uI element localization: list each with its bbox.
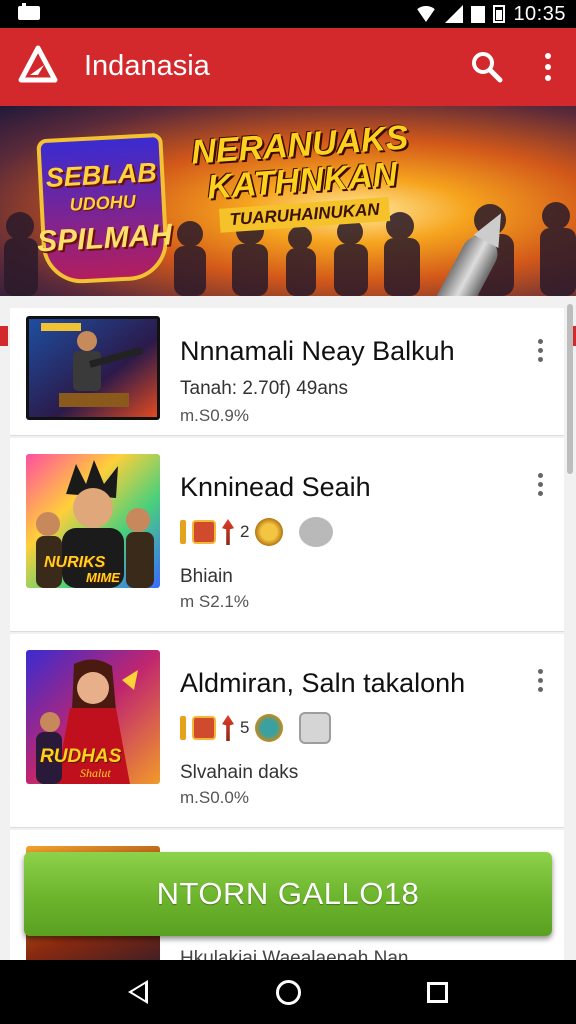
left-edge-marker: [0, 326, 8, 346]
recents-icon[interactable]: [427, 982, 448, 1003]
soldier-image: [29, 319, 157, 417]
home-icon[interactable]: [276, 980, 301, 1005]
notification-icon: [18, 3, 40, 20]
torch-icon: [222, 519, 234, 545]
item-title: Knninead Seaih: [180, 472, 371, 502]
primary-cta-button[interactable]: NTORN GALLO18: [24, 852, 552, 936]
status-icons: 10:35: [415, 3, 566, 25]
item-badges: 2: [180, 514, 334, 550]
game-thumbnail: RUDHAS Shalut: [26, 650, 160, 784]
item-meta: Tanah: 2.70f) 49ans: [180, 378, 348, 399]
app-title: Indanasia: [84, 50, 210, 82]
sim-icon: [471, 5, 486, 23]
list-item[interactable]: NURIKS MIME Knninead Seaih 2 Bhiain m S2…: [10, 438, 564, 632]
shield-icon: [255, 714, 284, 742]
item-meta: Slvahain daks: [180, 762, 299, 783]
banner-badge-line2: UDOHU: [69, 191, 137, 215]
more-vert-icon[interactable]: [536, 50, 560, 84]
item-meta-secondary: m.S0.9%: [180, 406, 249, 425]
item-meta-secondary: m S2.1%: [180, 592, 249, 611]
item-badges: 5: [180, 710, 332, 746]
thumbnail-title-line2: MIME: [86, 570, 120, 585]
back-icon[interactable]: [128, 980, 148, 1004]
badge-count: 5: [240, 718, 250, 737]
app-bar: Indanasia: [0, 28, 576, 106]
app-logo-icon: [18, 45, 58, 83]
shield-icon: [255, 518, 284, 546]
banner-badge-line1: SEBLAB: [44, 157, 158, 193]
banner-badge-line3: SPILMAH: [36, 218, 173, 259]
status-time: 10:35: [513, 2, 566, 25]
status-bar: 10:35: [0, 0, 576, 28]
item-title: Nnnamali Neay Balkuh: [180, 336, 455, 366]
thumbnail-title-line2: Shalut: [80, 766, 111, 780]
banner-badge: SEBLAB UDOHU SPILMAH: [36, 132, 173, 286]
scrollbar[interactable]: [567, 304, 573, 474]
torch-icon: [222, 715, 234, 741]
chat-icon: [299, 517, 334, 547]
item-title: Aldmiran, Saln takalonh: [180, 668, 466, 698]
list-item[interactable]: Nnnamali Neay Balkuh Tanah: 2.70f) 49ans…: [10, 308, 564, 436]
box-icon: [299, 712, 332, 744]
bar-icon: [180, 520, 186, 544]
battery-icon: [493, 5, 506, 23]
wifi-icon: [415, 6, 438, 22]
gift-icon: [192, 716, 216, 740]
game-thumbnail: [26, 316, 160, 420]
gift-icon: [192, 520, 216, 544]
game-thumbnail: NURIKS MIME: [26, 454, 160, 588]
thumbnail-title-line1: RUDHAS: [40, 746, 122, 767]
item-more-icon[interactable]: [530, 664, 550, 696]
bar-icon: [180, 716, 186, 740]
system-nav-bar: [0, 960, 576, 1024]
list-item[interactable]: RUDHAS Shalut Aldmiran, Saln takalonh 5 …: [10, 634, 564, 828]
banner-headline: NERANUAKS KATHNKAN TUARUHAINUKAN: [179, 119, 425, 236]
item-more-icon[interactable]: [530, 334, 550, 366]
item-more-icon[interactable]: [530, 468, 550, 500]
search-icon[interactable]: [470, 50, 504, 84]
item-meta-secondary: m.S0.0%: [180, 788, 249, 807]
badge-count: 2: [240, 522, 250, 541]
promo-banner[interactable]: SEBLAB UDOHU SPILMAH NERANUAKS KATHNKAN …: [0, 106, 576, 296]
item-meta: Bhiain: [180, 566, 233, 587]
signal-icon: [445, 5, 464, 23]
